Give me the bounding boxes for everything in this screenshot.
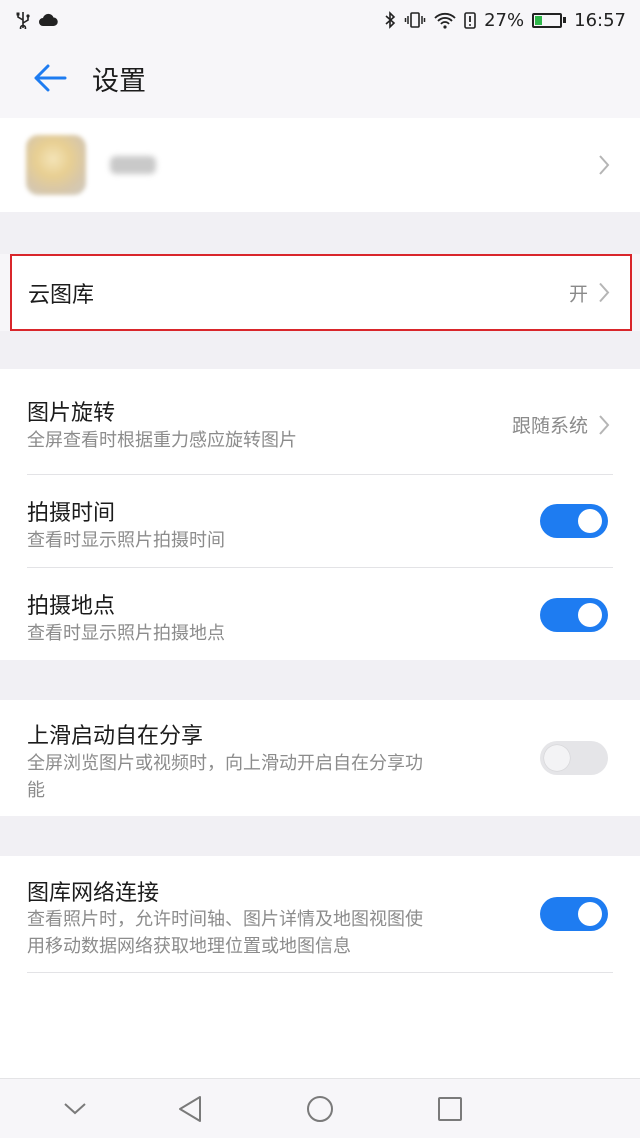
- shot-location-label: 拍摄地点: [27, 594, 116, 619]
- shot-time-toggle[interactable]: [540, 504, 608, 538]
- account-name: 周帖: [110, 156, 156, 174]
- navigation-bar: [0, 1078, 640, 1138]
- shot-location-row: 拍摄地点 查看时显示照片拍摄地点: [0, 568, 640, 660]
- page-title: 设置: [92, 65, 146, 97]
- shot-time-label: 拍摄时间: [27, 501, 116, 526]
- chevron-right-icon: [599, 155, 610, 175]
- status-right-icons: 27% 16:57: [384, 10, 626, 31]
- rotation-value: 跟随系统: [511, 415, 588, 437]
- recents-square-icon[interactable]: [437, 1096, 463, 1122]
- network-desc-line2: 用移动数据网络获取地理位置或地图信息: [27, 936, 351, 957]
- network-toggle[interactable]: [540, 897, 608, 931]
- usb-icon: [16, 12, 30, 29]
- section-gap: [0, 212, 640, 254]
- clock: 16:57: [574, 9, 626, 31]
- swipe-share-desc-line2: 能: [27, 780, 45, 801]
- title-bar: 设置: [0, 40, 640, 116]
- chevron-right-icon: [599, 414, 610, 435]
- network-settings-group: 图库网络连接 查看照片时，允许时间轴、图片详情及地图视图使 用移动数据网络获取地…: [0, 856, 640, 1078]
- rotation-row[interactable]: 图片旋转 全屏查看时根据重力感应旋转图片 跟随系统: [0, 369, 640, 474]
- network-desc-line1: 查看照片时，允许时间轴、图片详情及地图视图使: [27, 909, 423, 930]
- cloud-gallery-value: 开: [568, 283, 588, 305]
- section-gap: [0, 660, 640, 700]
- network-row: 图库网络连接 查看照片时，允许时间轴、图片详情及地图视图使 用移动数据网络获取地…: [0, 856, 640, 972]
- shot-time-desc: 查看时显示照片拍摄时间: [27, 530, 225, 551]
- wifi-icon: [434, 12, 456, 29]
- cloud-gallery-label: 云图库: [28, 282, 95, 308]
- display-settings-group: 图片旋转 全屏查看时根据重力感应旋转图片 跟随系统 拍摄时间 查看时显示照片拍摄…: [0, 369, 640, 660]
- avatar: [26, 135, 86, 195]
- swipe-share-toggle[interactable]: [540, 741, 608, 775]
- swipe-share-desc-line1: 全屏浏览图片或视频时，向上滑动开启自在分享功: [27, 753, 423, 774]
- collapse-icon[interactable]: [63, 1102, 87, 1116]
- shot-location-desc: 查看时显示照片拍摄地点: [27, 623, 225, 644]
- section-gap: [0, 816, 640, 856]
- shot-time-row: 拍摄时间 查看时显示照片拍摄时间: [0, 475, 640, 567]
- rotation-desc: 全屏查看时根据重力感应旋转图片: [27, 430, 297, 451]
- account-row[interactable]: 周帖: [0, 118, 640, 212]
- rotation-label: 图片旋转: [27, 401, 116, 426]
- bluetooth-icon: [385, 11, 396, 29]
- share-settings-group: 上滑启动自在分享 全屏浏览图片或视频时，向上滑动开启自在分享功 能: [0, 700, 640, 816]
- back-triangle-icon[interactable]: [177, 1095, 203, 1123]
- divider: [27, 972, 613, 973]
- cloud-gallery-row[interactable]: 云图库 开: [10, 254, 632, 331]
- status-left-icons: [16, 11, 58, 29]
- vibrate-icon: [404, 12, 426, 28]
- battery-icon: [532, 12, 567, 28]
- swipe-share-row: 上滑启动自在分享 全屏浏览图片或视频时，向上滑动开启自在分享功 能: [0, 700, 640, 816]
- shot-location-toggle[interactable]: [540, 598, 608, 632]
- swipe-share-label: 上滑启动自在分享: [27, 724, 204, 749]
- battery-percent: 27%: [484, 9, 525, 31]
- home-circle-icon[interactable]: [306, 1095, 334, 1123]
- network-label: 图库网络连接: [27, 881, 160, 906]
- status-bar: 27% 16:57: [0, 0, 640, 40]
- back-arrow-icon[interactable]: [20, 48, 80, 108]
- chevron-right-icon: [599, 282, 610, 303]
- section-gap: [0, 331, 640, 369]
- cloud-icon: [39, 13, 58, 26]
- alert-icon: [464, 11, 476, 29]
